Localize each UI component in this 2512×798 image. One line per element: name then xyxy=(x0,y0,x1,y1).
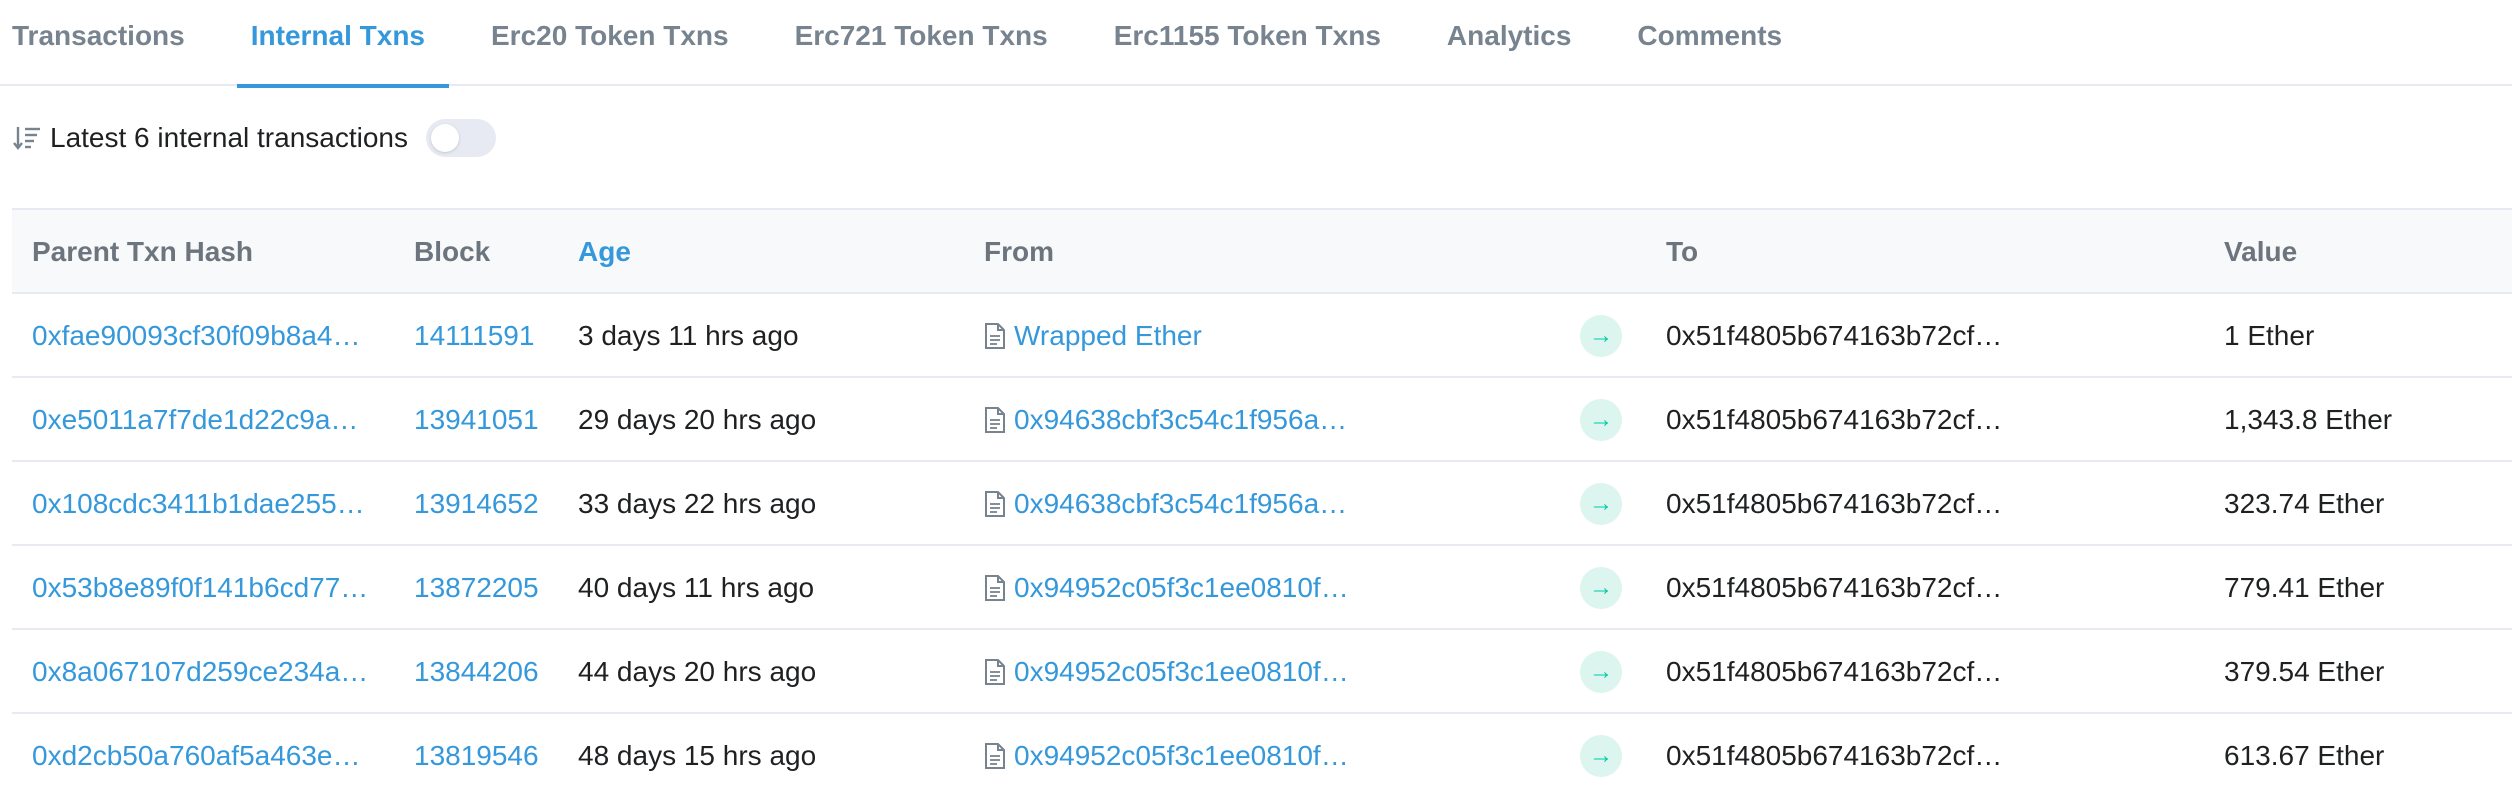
tab-internal-txns[interactable]: Internal Txns xyxy=(236,0,450,88)
table-header: Parent Txn Hash Block Age From To Value xyxy=(12,208,2512,294)
parent-txn-hash-link[interactable]: 0xe5011a7f7de1d22c9a… xyxy=(32,378,358,462)
contract-document-icon xyxy=(985,743,1005,769)
block-link[interactable]: 13819546 xyxy=(414,714,539,798)
block-link[interactable]: 14111591 xyxy=(414,294,534,378)
direction-badge: → xyxy=(1580,546,1622,630)
block-link[interactable]: 13872205 xyxy=(414,546,539,630)
age-text: 3 days 11 hrs ago xyxy=(578,320,799,351)
tab-comments[interactable]: Comments xyxy=(1637,0,1782,86)
contract-document-icon xyxy=(985,491,1005,517)
to-address: 0x51f4805b674163b72cf… xyxy=(1666,488,2003,519)
table-row: 0xd2cb50a760af5a463e… 13819546 48 days 1… xyxy=(12,714,2512,798)
age-text: 29 days 20 hrs ago xyxy=(578,404,817,435)
direction-badge: → xyxy=(1580,714,1622,798)
parent-txn-hash-link[interactable]: 0xd2cb50a760af5a463e… xyxy=(32,714,361,798)
parent-txn-hash-link[interactable]: 0x53b8e89f0f141b6cd77… xyxy=(32,546,368,630)
from-address-link[interactable]: Wrapped Ether xyxy=(984,294,1202,378)
arrow-right-icon: → xyxy=(1580,399,1622,441)
arrow-right-icon: → xyxy=(1580,315,1622,357)
arrow-right-icon: → xyxy=(1580,735,1622,777)
block-link[interactable]: 13941051 xyxy=(414,378,539,462)
table-row: 0x108cdc3411b1dae255… 13914652 33 days 2… xyxy=(12,462,2512,546)
from-address-link[interactable]: 0x94638cbf3c54c1f956a… xyxy=(984,462,1347,546)
from-address-link[interactable]: 0x94952c05f3c1ee0810f… xyxy=(984,630,1349,714)
value-text: 1,343.8 Ether xyxy=(2224,404,2393,435)
value-text: 779.41 Ether xyxy=(2224,572,2385,603)
from-address-link[interactable]: 0x94952c05f3c1ee0810f… xyxy=(984,546,1349,630)
toggle-knob xyxy=(430,124,459,152)
table-body: 0xfae90093cf30f09b8a4… 14111591 3 days 1… xyxy=(12,294,2512,798)
header-parent-txn-hash: Parent Txn Hash xyxy=(32,236,253,267)
contract-document-icon xyxy=(985,575,1005,601)
table-row: 0x8a067107d259ce234a… 13844206 44 days 2… xyxy=(12,630,2512,714)
contract-document-icon xyxy=(985,659,1005,685)
to-address: 0x51f4805b674163b72cf… xyxy=(1666,404,2003,435)
value-text: 613.67 Ether xyxy=(2224,740,2385,771)
tab-erc1155-token-txns[interactable]: Erc1155 Token Txns xyxy=(1114,0,1381,86)
contract-document-icon xyxy=(985,407,1005,433)
table-row: 0xfae90093cf30f09b8a4… 14111591 3 days 1… xyxy=(12,294,2512,378)
header-value: Value xyxy=(2224,236,2298,267)
block-link[interactable]: 13914652 xyxy=(414,462,539,546)
header-block: Block xyxy=(414,236,491,267)
value-text: 1 Ether xyxy=(2224,320,2315,351)
header-to: To xyxy=(1666,236,1699,267)
internal-txns-table: Parent Txn Hash Block Age From To Value … xyxy=(12,208,2512,798)
to-address: 0x51f4805b674163b72cf… xyxy=(1666,572,2003,603)
age-text: 44 days 20 hrs ago xyxy=(578,656,817,687)
from-address-link[interactable]: 0x94952c05f3c1ee0810f… xyxy=(984,714,1349,798)
tab-erc721-token-txns[interactable]: Erc721 Token Txns xyxy=(795,0,1048,86)
parent-txn-hash-link[interactable]: 0x8a067107d259ce234a… xyxy=(32,630,368,714)
sort-descending-icon[interactable] xyxy=(12,123,42,153)
toggle-switch[interactable] xyxy=(425,119,496,157)
parent-txn-hash-link[interactable]: 0xfae90093cf30f09b8a4… xyxy=(32,294,361,378)
direction-badge: → xyxy=(1580,378,1622,462)
direction-badge: → xyxy=(1580,462,1622,546)
to-address: 0x51f4805b674163b72cf… xyxy=(1666,320,2003,351)
table-row: 0x53b8e89f0f141b6cd77… 13872205 40 days … xyxy=(12,546,2512,630)
arrow-right-icon: → xyxy=(1580,483,1622,525)
block-link[interactable]: 13844206 xyxy=(414,630,539,714)
from-address-link[interactable]: 0x94638cbf3c54c1f956a… xyxy=(984,378,1347,462)
table-row: 0xe5011a7f7de1d22c9a… 13941051 29 days 2… xyxy=(12,378,2512,462)
arrow-right-icon: → xyxy=(1580,651,1622,693)
age-text: 33 days 22 hrs ago xyxy=(578,488,817,519)
summary-text: Latest 6 internal transactions xyxy=(50,122,408,153)
direction-badge: → xyxy=(1580,630,1622,714)
arrow-right-icon: → xyxy=(1580,567,1622,609)
age-text: 48 days 15 hrs ago xyxy=(578,740,817,771)
header-age[interactable]: Age xyxy=(578,210,631,294)
direction-badge: → xyxy=(1580,294,1622,378)
tab-transactions[interactable]: Transactions xyxy=(12,0,185,86)
value-text: 323.74 Ether xyxy=(2224,488,2385,519)
parent-txn-hash-link[interactable]: 0x108cdc3411b1dae255… xyxy=(32,462,365,546)
internal-txns-summary: Latest 6 internal transactions xyxy=(12,116,496,160)
age-text: 40 days 11 hrs ago xyxy=(578,572,815,603)
to-address: 0x51f4805b674163b72cf… xyxy=(1666,656,2003,687)
to-address: 0x51f4805b674163b72cf… xyxy=(1666,740,2003,771)
contract-document-icon xyxy=(985,323,1005,349)
value-text: 379.54 Ether xyxy=(2224,656,2385,687)
header-from: From xyxy=(984,236,1054,267)
tab-bar: Transactions Internal Txns Erc20 Token T… xyxy=(0,0,2512,88)
tab-erc20-token-txns[interactable]: Erc20 Token Txns xyxy=(491,0,729,86)
tab-analytics[interactable]: Analytics xyxy=(1447,0,1572,86)
